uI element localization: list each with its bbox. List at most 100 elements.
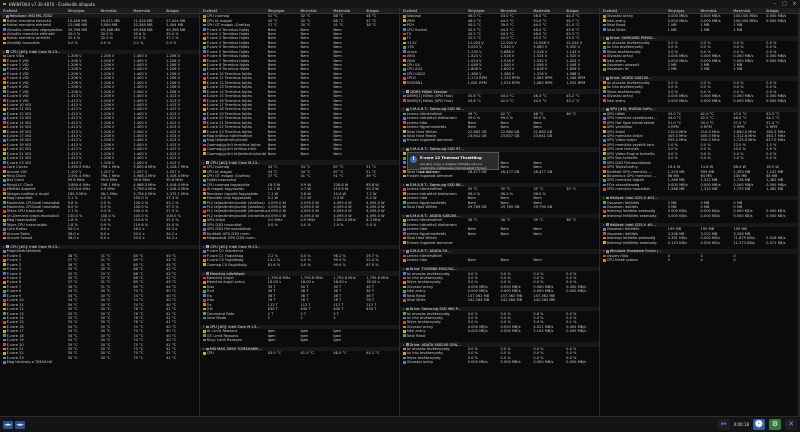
sensor-label: Összesen letöltés xyxy=(606,231,639,236)
header-sensor[interactable]: Érzékelő xyxy=(400,9,468,13)
header-sensor[interactable]: Érzékelő xyxy=(600,9,668,13)
value-min: 1.206 V xyxy=(100,129,115,134)
header-current[interactable]: Tényleges xyxy=(468,9,501,13)
collapse-toggle-icon[interactable]: ▾ xyxy=(203,347,205,351)
sensor-row[interactable]: CPU hibák száma 0 0 0 xyxy=(600,258,799,262)
sensor-type-icon xyxy=(603,165,606,169)
sensor-name-cell: E-core 21 xyxy=(0,347,68,351)
header-avg[interactable]: Átlagos xyxy=(566,9,599,13)
sensor-name-cell: E-core 12 VID xyxy=(0,112,68,116)
header-avg[interactable]: Átlagos xyxy=(166,9,199,13)
header-max[interactable]: Maximális xyxy=(133,9,166,13)
sensor-group-icon xyxy=(606,223,609,227)
collapse-toggle-icon[interactable]: ▾ xyxy=(403,90,405,94)
collapse-toggle-icon[interactable]: ▾ xyxy=(203,325,205,329)
sensor-name-cell: Memória órajel xyxy=(200,276,268,280)
settings-gear-icon[interactable]: ⚙ xyxy=(769,419,781,430)
collapse-toggle-icon[interactable]: ▾ xyxy=(603,107,605,111)
sensor-row[interactable]: Olvasási arány 0.000 MB/s 0.000 MB/s 0.000 … xyxy=(400,360,599,364)
value-avg: 1,147 MB xyxy=(766,169,784,174)
sensor-row[interactable]: Jelenlegi feltöltési sebesség 0.123 KB/s 0… xyxy=(600,240,799,245)
nav-left-button[interactable]: ◄► xyxy=(3,421,13,429)
collapse-toggle-icon[interactable]: ▾ xyxy=(403,249,405,253)
header-min[interactable]: Minimális xyxy=(300,9,333,13)
value-min: Nem xyxy=(300,58,309,63)
scrollbar[interactable] xyxy=(797,14,799,416)
sensor-label: VRM xyxy=(406,18,415,23)
header-max[interactable]: Maximális xyxy=(733,9,766,13)
value-max: 1.400 V xyxy=(133,85,148,90)
sensor-row[interactable]: Mag távolság a TjMAX-tól xyxy=(0,360,199,364)
header-min[interactable]: Minimális xyxy=(100,9,133,13)
value-max: 75 °C xyxy=(133,351,144,356)
header-max[interactable]: Maximális xyxy=(533,9,566,13)
header-avg[interactable]: Átlagos xyxy=(766,9,799,13)
value-min: 210.0 MHz xyxy=(700,129,720,134)
sensor-label: Uncore VID xyxy=(6,169,27,174)
sensor-row[interactable]: Csomag C0 Foglaltság 81.6 % 0.0 % 99.9 % 67.… xyxy=(200,263,399,267)
collapse-toggle-icon[interactable]: ▾ xyxy=(603,36,605,40)
sensor-label: CPU GT magok (Grafika) xyxy=(206,23,251,28)
collapse-toggle-icon[interactable]: ▾ xyxy=(403,147,405,151)
sensor-row[interactable]: DIMM[3] Hőfok (SPD Hub) 43.8 °C 42.0 °C 44.… xyxy=(400,98,599,103)
collapse-toggle-icon[interactable]: ▾ xyxy=(3,14,5,18)
value-current: 0.000 KB/s xyxy=(667,213,687,218)
value-max: Nem xyxy=(333,129,342,134)
minimize-icon[interactable]: – xyxy=(771,1,778,7)
sensor-row[interactable]: Jelenlegi feltöltési sebesség 0.000 KB/s 0… xyxy=(600,214,799,218)
value-current: 34 °C xyxy=(67,302,78,307)
collapse-toggle-icon[interactable]: ▾ xyxy=(603,249,605,253)
sensor-type-icon xyxy=(603,205,606,209)
sensor-type-icon xyxy=(3,130,6,133)
value-min: 32 °C xyxy=(100,276,111,281)
header-current[interactable]: Tényleges xyxy=(268,9,301,13)
collapse-toggle-icon[interactable]: ▾ xyxy=(403,343,405,347)
sensor-name-cell: Fojtás kapcsolva xyxy=(200,178,268,182)
collapse-toggle-icon[interactable]: ▾ xyxy=(403,307,405,311)
sensor-row[interactable]: CPU 43.5 °C 41.5 °C 48.5 °C 45.1 °C xyxy=(200,351,399,355)
header-current[interactable]: Tényleges xyxy=(668,9,701,13)
value-max: 74 °C xyxy=(133,289,144,294)
sensor-name-cell: Teljes CPU hasznosítás xyxy=(0,223,68,227)
sensor-type-icon xyxy=(3,170,6,173)
close-icon[interactable]: × xyxy=(791,1,798,7)
collapse-toggle-icon[interactable]: ▾ xyxy=(403,107,405,111)
collapse-toggle-icon[interactable]: ▾ xyxy=(403,214,405,218)
value-avg: 112 T xyxy=(366,302,377,307)
sensor-row[interactable]: GPU memória használat 1,566 MB 1,310 MB 1,7… xyxy=(600,187,799,191)
collapse-toggle-icon[interactable]: ▾ xyxy=(3,245,5,249)
collapse-toggle-icon[interactable]: ▾ xyxy=(603,223,605,227)
header-current[interactable]: Tényleges xyxy=(68,9,101,13)
header-avg[interactable]: Átlagos xyxy=(366,9,399,13)
sensor-row[interactable]: Oldalfájl használat 0.0 % 0.0 % 0.1 % 0.0 % xyxy=(0,41,199,45)
collapse-toggle-icon[interactable]: ▾ xyxy=(403,183,405,187)
collapse-toggle-icon[interactable]: ▾ xyxy=(203,272,205,276)
collapse-toggle-icon[interactable]: ▾ xyxy=(3,50,5,54)
header-max[interactable]: Maximális xyxy=(333,9,366,13)
maximize-icon[interactable]: □ xyxy=(781,1,788,7)
value-current: 1.206 V xyxy=(67,67,82,72)
value-max: 0.000 MB/s xyxy=(533,289,554,294)
sensor-row[interactable]: SYSFAN1 1,061 RPM 1,025 RPM 1,085 RPM 1,052 … xyxy=(400,81,599,85)
value-current: Nem xyxy=(267,138,277,143)
header-min[interactable]: Minimális xyxy=(700,9,733,13)
sensor-type-icon xyxy=(3,356,6,360)
sensor-row[interactable]: Írási arány 0.000 MB/s 0.000 MB/s 0.000 MB/… xyxy=(600,98,799,103)
clock-reset-icon[interactable]: 🕒 xyxy=(753,419,765,430)
collapse-toggle-icon[interactable]: ▾ xyxy=(403,267,405,271)
header-min[interactable]: Minimális xyxy=(500,9,533,13)
expand-columns-icon[interactable]: ↔ xyxy=(717,419,730,430)
close-sensors-icon[interactable]: ✕ xyxy=(785,419,797,430)
sensor-label: E-core 23 Termikus fojtás xyxy=(206,129,252,134)
collapse-toggle-icon[interactable]: ▾ xyxy=(603,76,605,80)
collapse-toggle-icon[interactable]: ▾ xyxy=(603,196,605,200)
value-current: 0.0 % xyxy=(467,315,478,320)
header-sensor[interactable]: Érzékelő xyxy=(0,9,68,13)
value-avg: 34.3 x xyxy=(166,227,178,232)
sensor-row[interactable]: Uncore Szorzó 36.0 x 8.0 x 50.0 x 34.2 x xyxy=(0,236,199,240)
collapse-toggle-icon[interactable]: ▾ xyxy=(203,245,205,249)
collapse-toggle-icon[interactable]: ▾ xyxy=(203,161,205,165)
header-sensor[interactable]: Érzékelő xyxy=(200,9,268,13)
value-max: 1.400 V xyxy=(133,129,148,134)
nav-right-button[interactable]: ◄► xyxy=(15,421,25,429)
